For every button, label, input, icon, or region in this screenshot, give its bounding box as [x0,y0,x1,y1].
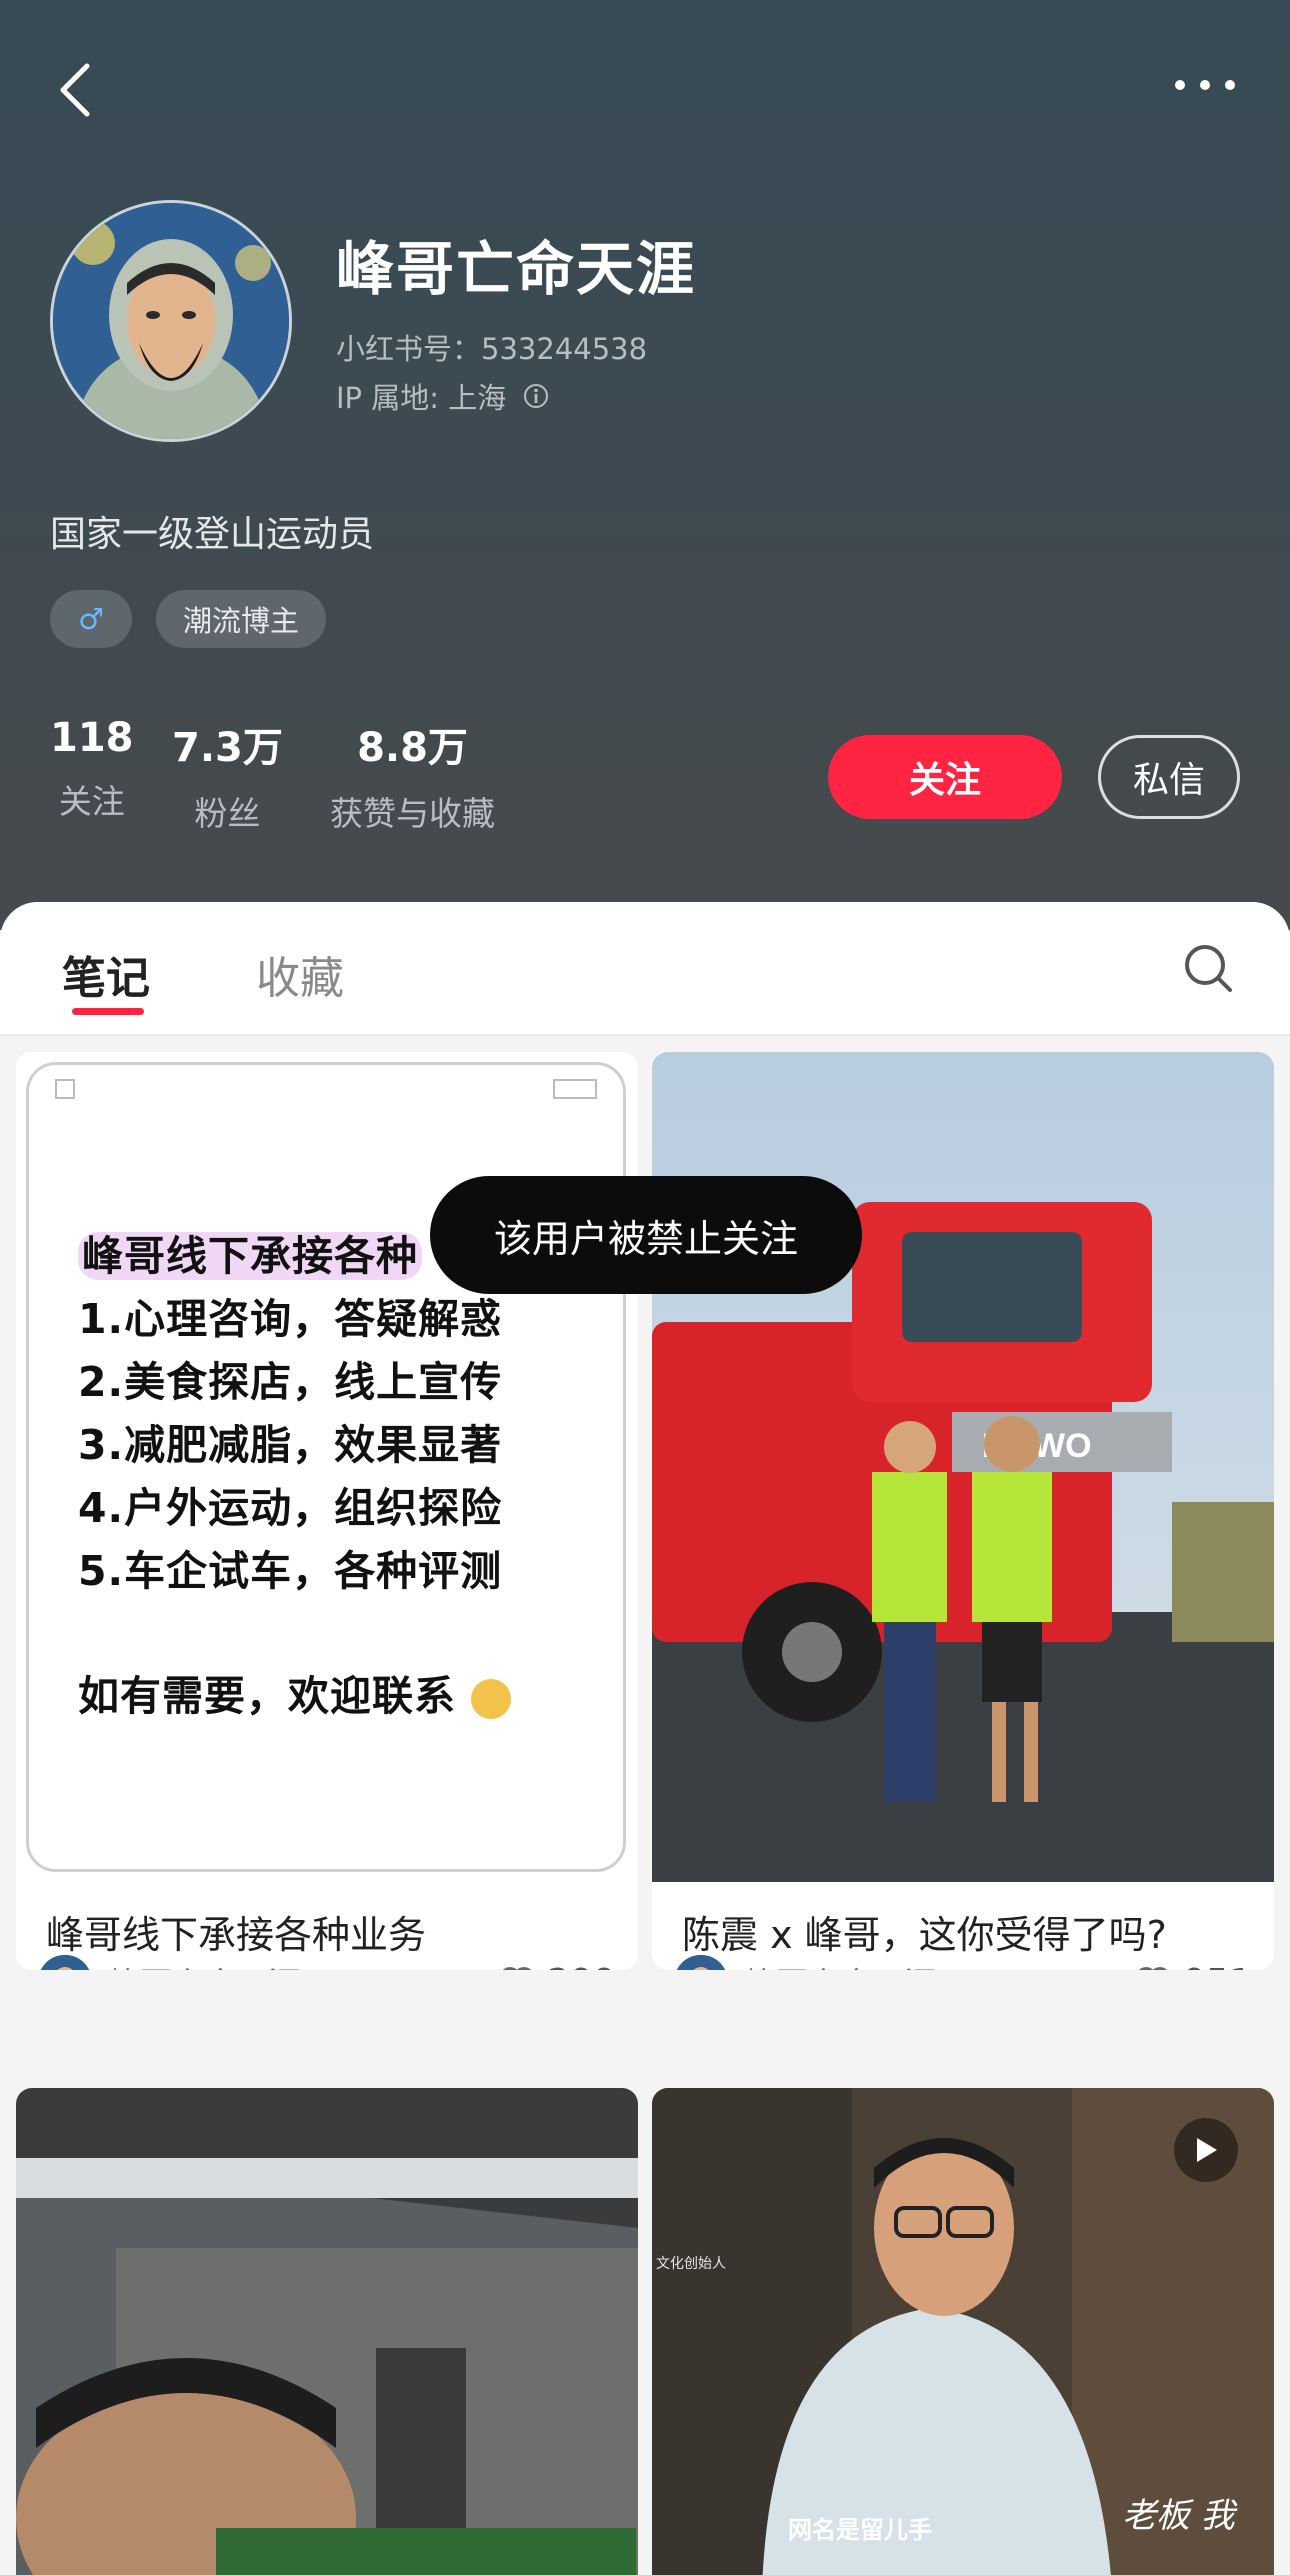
brand-logo: 老板 我 [1122,2496,1235,2536]
cover-line: 1.心理咨询，答疑解惑 [78,1295,503,1343]
blogger-tag: 潮流博主 [156,590,326,648]
male-icon: ♂ [78,602,104,636]
tab-bar: 笔记 收藏 [0,902,1290,1036]
stat-label: 关注 [58,782,125,821]
redbook-id: 小红书号：533244538 [336,332,648,366]
like-count: 951 [1183,1962,1252,1971]
toast-message: 该用户被禁止关注 [430,1176,862,1294]
heart-icon [503,1967,532,1970]
content-panel: 笔记 收藏 峰哥线下承接各种 1.心理咨询，答疑解惑 2.美食探店，线上宣传 3… [0,902,1290,2575]
stat-value: 8.8万 [357,725,468,771]
note-card[interactable]: 文化创始人 网名是留儿手 老板 我 [652,2088,1274,2575]
note-title: 陈震 x 峰哥，这你受得了吗? [682,1913,1167,1957]
author-avatar[interactable] [38,1955,92,1970]
cover-line: 4.户外运动，组织探险 [78,1484,503,1532]
stat-value: 118 [50,715,134,761]
stat-likes-collections[interactable]: 8.8万 获赞与收藏 [330,715,495,835]
stat-value: 7.3万 [172,725,283,771]
heart-icon [1139,1967,1168,1970]
gender-tag: ♂ [50,590,132,648]
status-icon [553,1079,597,1099]
back-button[interactable] [40,50,110,130]
bio: 国家一级登山运动员 [50,514,375,555]
like-count: 299 [547,1962,616,1971]
author-name[interactable]: 峰哥亡命天涯 [108,1959,497,1970]
emoji-face-icon [471,1679,512,1719]
cover-line: 峰哥线下承接各种 [78,1222,422,1282]
cover-line: 2.美食探店，线上宣传 [78,1358,503,1406]
chevron-left-icon [60,63,90,117]
follow-button[interactable]: 关注 [828,735,1062,819]
note-cover-video: 文化创始人 网名是留儿手 老板 我 [652,2088,1274,2575]
stat-label: 粉丝 [194,794,261,833]
cover-line: 3.减肥减脂，效果显著 [78,1421,503,1469]
ip-location-text: IP 属地: 上海 [336,381,507,415]
cover-line: 如有需要，欢迎联系 [78,1662,512,1722]
ip-location: IP 属地: 上海 [336,375,550,417]
play-icon [1197,2138,1217,2162]
stat-label: 获赞与收藏 [330,794,495,833]
play-button[interactable] [1174,2118,1238,2182]
search-button[interactable] [1180,940,1236,996]
tab-collections[interactable]: 收藏 [256,942,344,1006]
video-caption: 网名是留儿手 [788,2516,932,2544]
active-tab-indicator [72,1008,144,1015]
profile-name: 峰哥亡命天涯 [336,235,697,303]
note-meta: 峰哥亡命天涯 299 [38,1952,616,1970]
more-options-button[interactable] [1160,55,1250,115]
note-card[interactable] [16,2088,638,2575]
note-title: 峰哥线下承接各种业务 [46,1913,427,1957]
cover-line: 5.车企试车，各种评测 [78,1547,503,1595]
author-name[interactable]: 峰哥亡命天涯 [744,1959,1133,1970]
tab-notes[interactable]: 笔记 [62,942,150,1006]
stat-fans[interactable]: 7.3万 粉丝 [172,715,283,835]
note-meta: 峰哥亡命天涯 951 [674,1952,1252,1970]
avatar[interactable] [50,200,292,442]
author-avatar[interactable] [674,1955,728,1970]
profile-header: 峰哥亡命天涯 小红书号：533244538 IP 属地: 上海 国家一级登山运动… [0,0,1290,930]
info-icon[interactable] [522,382,550,410]
like-button[interactable]: 299 [497,1962,616,1971]
stat-following[interactable]: 118 关注 [50,715,134,823]
caption-small: 文化创始人 [656,2256,726,2272]
note-cover-photo [16,2088,638,2575]
like-button[interactable]: 951 [1133,1962,1252,1971]
square-icon [55,1079,75,1099]
search-icon [1185,945,1232,992]
more-dots-icon [1175,80,1235,90]
message-button[interactable]: 私信 [1098,735,1240,819]
